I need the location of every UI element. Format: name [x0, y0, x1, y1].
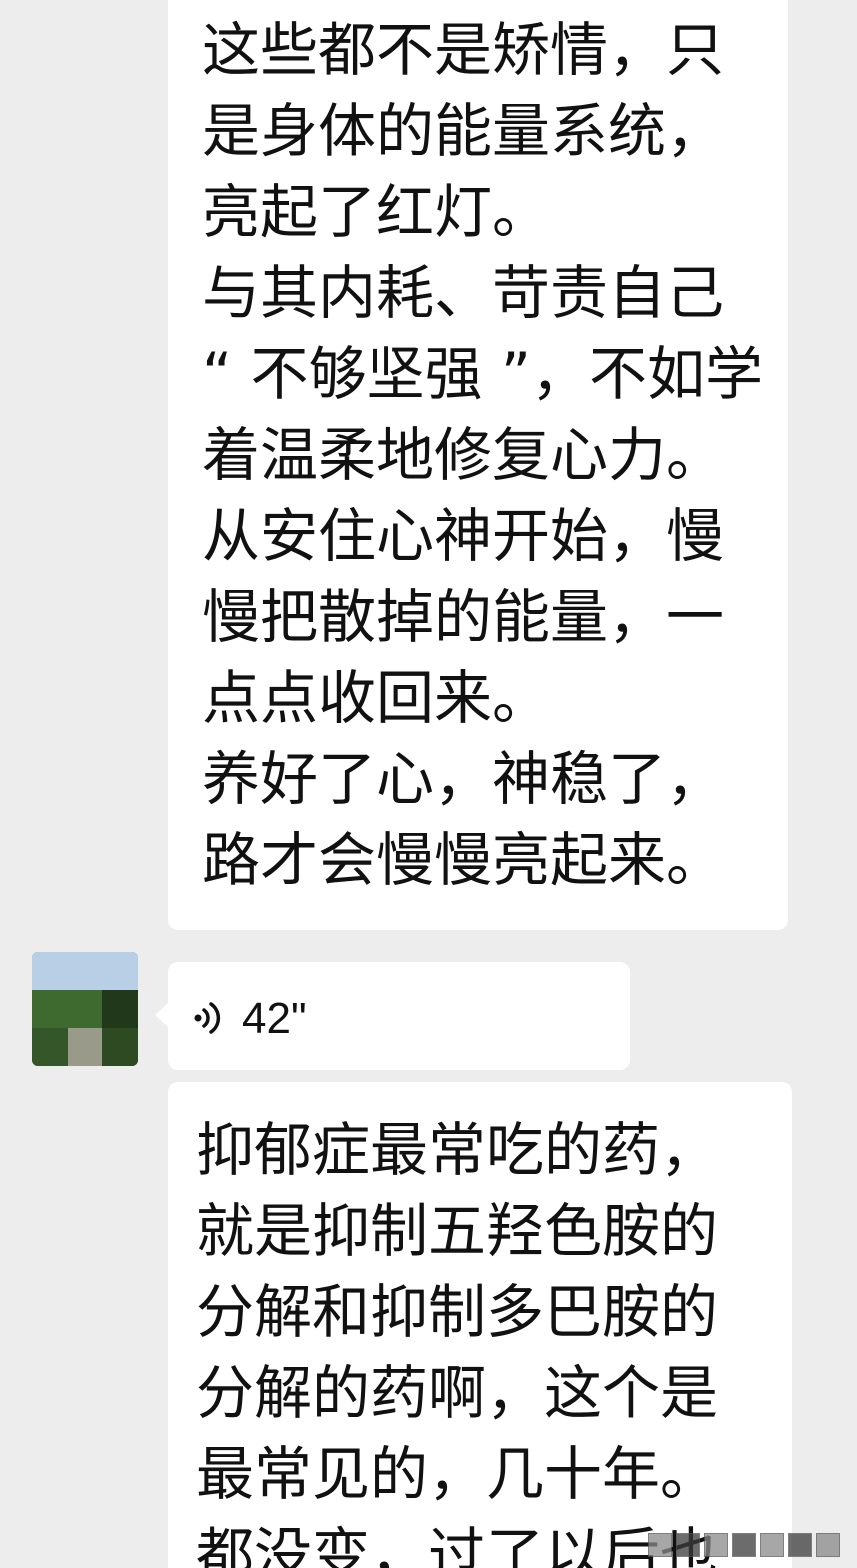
- message-line: 从安住心神开始，慢: [202, 502, 725, 570]
- message-line: 是身体的能量系统，: [202, 97, 725, 165]
- voice-wave-icon: [192, 998, 226, 1038]
- watermark-block: [732, 1533, 756, 1557]
- message-line: 慢把散掉的能量，一: [202, 583, 725, 651]
- voice-message-bubble[interactable]: [168, 962, 630, 1070]
- avatar-pixel: [102, 990, 138, 1028]
- watermark-block: [788, 1533, 812, 1557]
- watermark-block: [704, 1533, 728, 1557]
- watermark-logo: [648, 1530, 840, 1560]
- message-line: 这些都不是矫情，只: [202, 16, 725, 84]
- avatar-pixel: [32, 952, 138, 990]
- message-line: 最常见的，几十年。: [196, 1440, 719, 1508]
- watermark-block: [676, 1533, 700, 1557]
- watermark-block: [816, 1533, 840, 1557]
- message-bubble-text[interactable]: 抑郁症最常吃的药， 就是抑制五羟色胺的 分解和抑制多巴胺的 分解的药啊，这个是 …: [168, 1082, 792, 1568]
- message-line: 着温柔地修复心力。: [202, 421, 725, 489]
- message-bubble-text[interactable]: 这些都不是矫情，只 是身体的能量系统， 亮起了红灯。 与其内耗、苛责自己 “ 不…: [168, 0, 788, 930]
- watermark-block: [648, 1533, 672, 1557]
- chat-screen: { "messages": [ { "type": "text", "lines…: [0, 0, 857, 1568]
- avatar-pixel: [102, 1028, 138, 1066]
- voice-duration: 42": [242, 994, 307, 1043]
- message-line: 与其内耗、苛责自己: [202, 259, 725, 327]
- message-line: 路才会慢慢亮起来。: [202, 826, 725, 894]
- avatar-pixel: [32, 1028, 68, 1066]
- message-line: 亮起了红灯。: [202, 178, 551, 246]
- message-line: “ 不够坚强 ”，不如学: [202, 340, 763, 408]
- avatar[interactable]: [32, 952, 138, 1066]
- message-line: 就是抑制五羟色胺的: [196, 1197, 719, 1265]
- message-line: 抑郁症最常吃的药，: [196, 1116, 719, 1184]
- avatar-pixel: [68, 1028, 102, 1066]
- message-line: 分解的药啊，这个是: [196, 1359, 719, 1427]
- message-line: 分解和抑制多巴胺的: [196, 1278, 719, 1346]
- message-line: 养好了心，神稳了，: [202, 745, 725, 813]
- watermark-block: [760, 1533, 784, 1557]
- bubble-tail: [155, 1002, 169, 1028]
- message-line: 点点收回来。: [202, 664, 551, 732]
